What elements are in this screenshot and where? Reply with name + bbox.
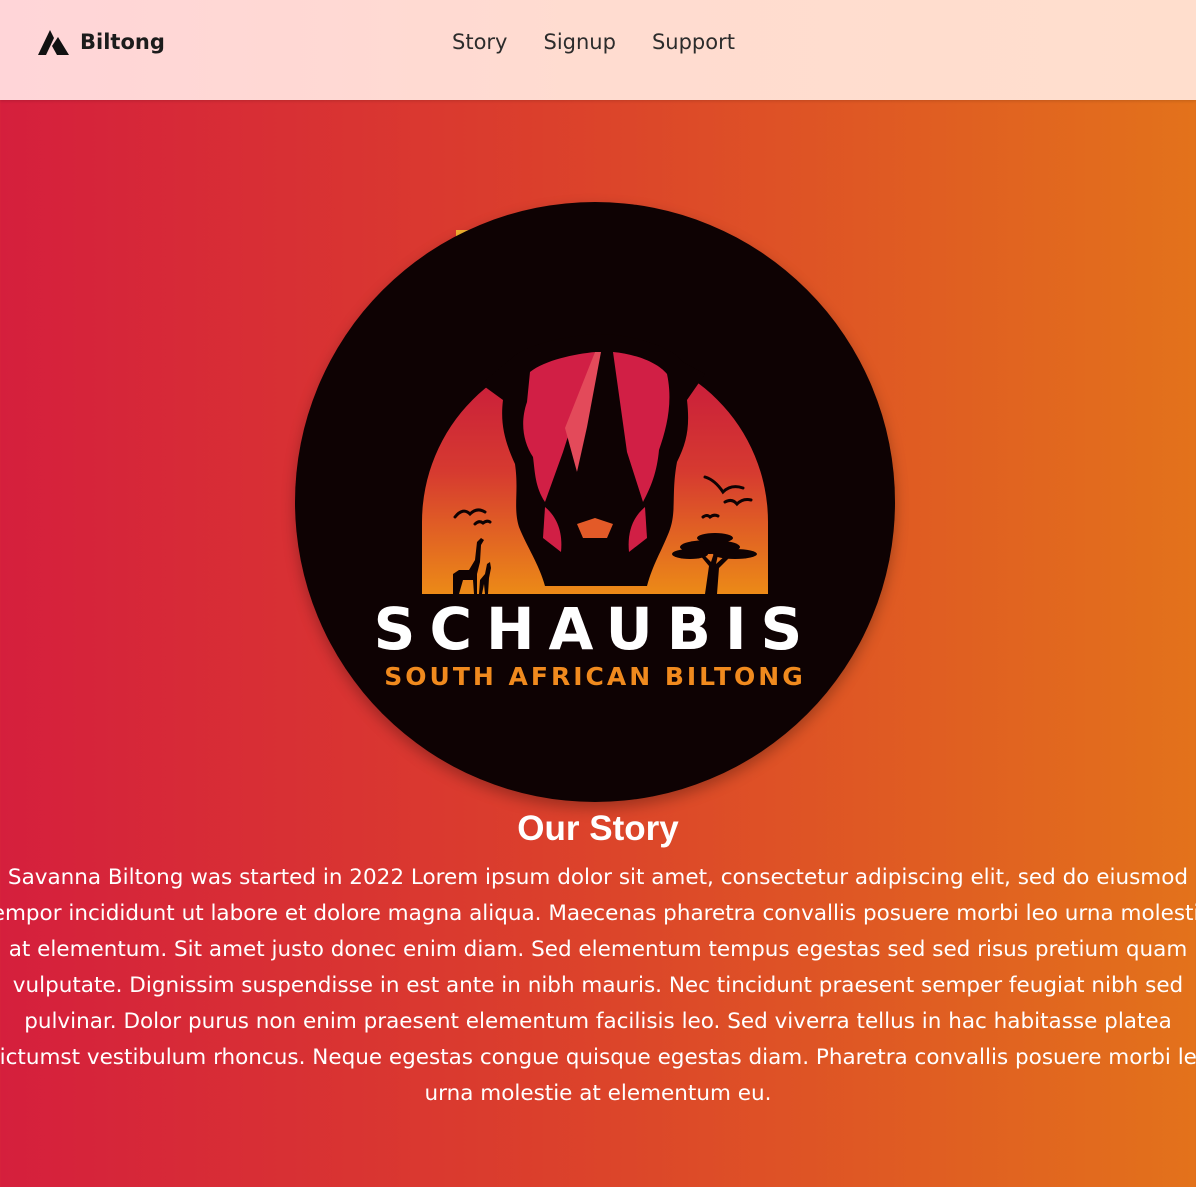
- brand-name: Biltong: [80, 30, 165, 54]
- navbar: Biltong Story Signup Support: [0, 0, 1196, 100]
- logo-tagline: SOUTH AFRICAN BILTONG: [384, 662, 805, 691]
- nav-links: Story Signup Support: [452, 30, 735, 54]
- logo-wordmark: SCHAUBIS: [374, 595, 817, 663]
- story-paragraph: Savanna Biltong was started in 2022 Lore…: [0, 865, 1196, 1106]
- company-logo: SCHAUBIS SOUTH AFRICAN BILTONG: [295, 202, 895, 802]
- story-title: Our Story: [517, 809, 679, 848]
- brand-link[interactable]: Biltong: [38, 28, 165, 56]
- nav-link-support[interactable]: Support: [652, 30, 735, 54]
- logo-artwork: SCHAUBIS SOUTH AFRICAN BILTONG: [374, 334, 817, 691]
- mountain-logo-icon: [38, 30, 69, 55]
- nav-link-story[interactable]: Story: [452, 30, 507, 54]
- nav-link-signup[interactable]: Signup: [543, 30, 615, 54]
